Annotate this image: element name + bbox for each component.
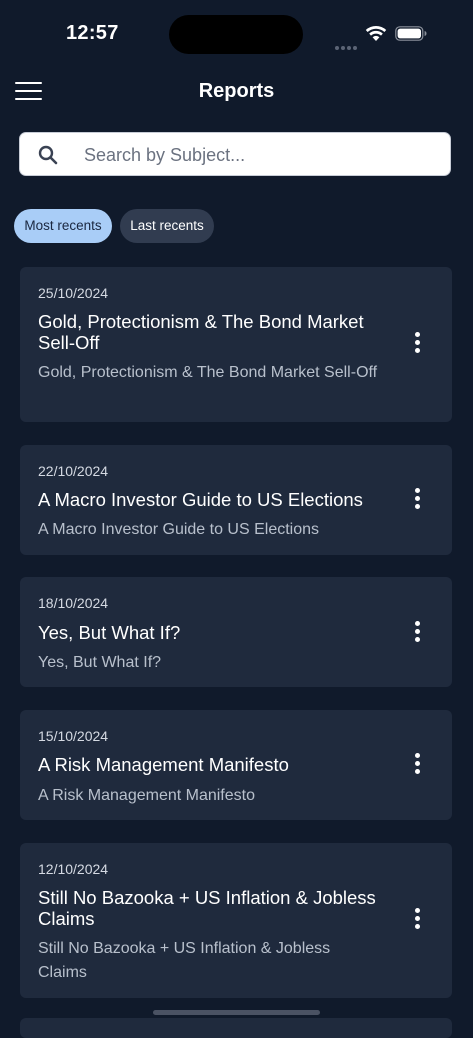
more-options-icon[interactable] (408, 488, 428, 514)
app-header: Reports (0, 72, 473, 110)
report-card[interactable]: 18/10/2024 Yes, But What If? Yes, But Wh… (20, 577, 452, 687)
report-date: 15/10/2024 (38, 728, 109, 744)
search-box[interactable] (19, 132, 451, 177)
dynamic-island (169, 15, 303, 54)
report-subtitle: A Macro Investor Guide to US Elections (38, 521, 320, 538)
report-date: 12/10/2024 (38, 861, 109, 877)
more-options-icon[interactable] (408, 908, 428, 934)
report-card-peek (20, 1018, 452, 1038)
more-options-icon[interactable] (408, 332, 428, 358)
page-title: Reports (198, 80, 275, 102)
status-bar: 12:57 (0, 0, 473, 68)
report-card[interactable]: 22/10/2024 A Macro Investor Guide to US … (20, 445, 452, 555)
report-subtitle: Gold, Protectionism & The Bond Market Se… (38, 364, 378, 381)
report-card[interactable]: 12/10/2024 Still No Bazooka + US Inflati… (20, 843, 452, 998)
home-indicator (153, 1010, 320, 1015)
more-options-icon[interactable] (408, 621, 428, 647)
report-subtitle: Still No Bazooka + US Inflation & Jobles… (38, 940, 331, 981)
report-card[interactable]: 15/10/2024 A Risk Management Manifesto A… (20, 710, 452, 820)
report-card[interactable]: 25/10/2024 Gold, Protectionism & The Bon… (20, 267, 452, 422)
report-subtitle: A Risk Management Manifesto (38, 787, 255, 804)
report-title: Yes, But What If? (38, 622, 181, 643)
report-date: 22/10/2024 (38, 463, 109, 479)
report-title: A Risk Management Manifesto (38, 754, 289, 775)
report-title: Gold, Protectionism & The Bond Market Se… (38, 311, 364, 353)
filter-most-recents[interactable]: Most recents (14, 209, 112, 243)
report-date: 25/10/2024 (38, 285, 109, 301)
report-subtitle: Yes, But What If? (38, 654, 162, 671)
search-icon (38, 145, 58, 165)
more-options-icon[interactable] (408, 753, 428, 779)
report-date: 18/10/2024 (38, 595, 109, 611)
battery-icon (395, 26, 427, 41)
wifi-icon (365, 25, 387, 41)
report-title: Still No Bazooka + US Inflation & Jobles… (38, 887, 376, 929)
report-title: A Macro Investor Guide to US Elections (38, 489, 363, 510)
status-time: 12:57 (66, 22, 119, 44)
signal-icon (335, 37, 359, 50)
search-input[interactable] (82, 133, 436, 177)
filter-last-recents[interactable]: Last recents (120, 209, 214, 243)
